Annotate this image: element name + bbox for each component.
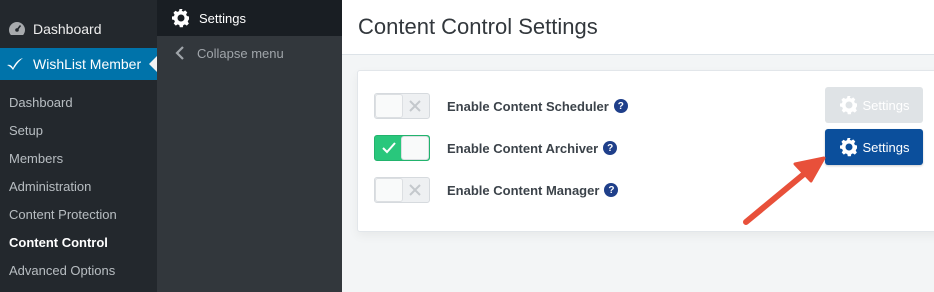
gear-icon [171,8,191,28]
main-content: Content Control Settings Enable Content … [342,0,934,292]
dashboard-icon [8,20,26,38]
page-title: Content Control Settings [358,14,598,39]
content-archiver-label: Enable Content Archiver [447,140,599,156]
help-icon[interactable]: ? [613,99,628,113]
sidebar-item-wishlist-member[interactable]: WishList Member [0,48,157,80]
submenu-item-advanced-options[interactable]: Advanced Options [0,256,157,284]
page-header: Content Control Settings [342,0,934,55]
wishlist-check-icon [6,55,24,73]
submenu-item-content-protection[interactable]: Content Protection [0,200,157,228]
submenu-item-members[interactable]: Members [0,144,157,172]
content-scheduler-toggle[interactable] [374,93,430,119]
content-archiver-toggle[interactable] [374,135,430,161]
toggle-knob [402,137,428,159]
chevron-left-icon [175,46,187,60]
sidebar-item-wishlist-member-label: WishList Member [33,56,142,72]
collapse-menu-button[interactable]: Collapse menu [157,40,342,66]
help-icon[interactable]: ? [603,141,618,155]
submenu-item-administration[interactable]: Administration [0,172,157,200]
content-archiver-settings-button[interactable]: Settings [825,129,923,165]
settings-button-label: Settings [862,139,910,155]
flyout-settings-label: Settings [199,10,246,26]
option-row-content-scheduler: Enable Content Scheduler ? [374,91,628,121]
help-icon[interactable]: ? [604,183,619,197]
check-icon [381,139,397,157]
content-manager-toggle[interactable] [374,177,430,203]
settings-button-label: Settings [862,97,910,113]
sidebar-submenu: Dashboard Setup Members Administration C… [0,88,157,284]
gear-icon [839,137,859,157]
sidebar-item-dashboard-label: Dashboard [33,21,102,37]
toggle-knob [376,179,402,201]
content-scheduler-settings-button: Settings [825,87,923,123]
submenu-item-setup[interactable]: Setup [0,116,157,144]
option-row-content-archiver: Enable Content Archiver ? [374,133,618,163]
content-scheduler-label: Enable Content Scheduler [447,98,609,114]
sidebar-item-dashboard[interactable]: Dashboard [0,11,157,47]
settings-card: Enable Content Scheduler ? Enable Conten… [357,70,934,232]
collapse-menu-label: Collapse menu [197,45,284,61]
submenu-item-content-control[interactable]: Content Control [0,228,157,256]
active-menu-notch [149,56,157,72]
content-manager-label: Enable Content Manager [447,182,600,198]
x-icon [407,97,423,115]
flyout-settings-item[interactable]: Settings [157,0,342,36]
option-row-content-manager: Enable Content Manager ? [374,175,619,205]
x-icon [407,181,423,199]
gear-icon [839,95,859,115]
submenu-item-dashboard[interactable]: Dashboard [0,88,157,116]
toggle-knob [376,95,402,117]
